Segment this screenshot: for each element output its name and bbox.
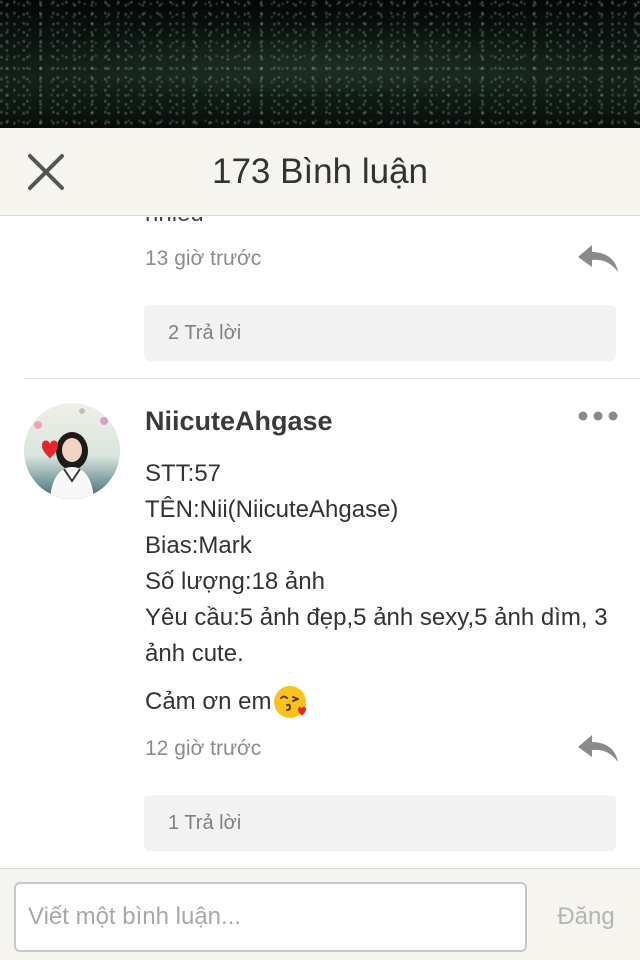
more-options-button[interactable] [576, 405, 620, 427]
comment-divider [24, 378, 640, 379]
comment-input[interactable] [14, 882, 527, 952]
cover-photo [0, 0, 640, 128]
comment-line: Số lượng:18 ảnh [145, 568, 325, 595]
page-title: 173 Bình luận [211, 152, 428, 191]
reply-arrow-icon [578, 245, 618, 272]
comment-composer: Đăng [0, 868, 640, 960]
previous-comment-reply-button[interactable] [576, 243, 620, 275]
comment-thanks-text: Cảm ơn em [145, 688, 272, 715]
comment-reply-button[interactable] [576, 733, 620, 765]
more-dots-icon [578, 411, 618, 421]
comment-line: Yêu cầu:5 ảnh đẹp,5 ảnh sexy,5 ảnh dìm, … [145, 604, 608, 667]
comment-thanks-line: Cảm ơn em [145, 684, 307, 720]
comment-time: 12 giờ trước [145, 737, 262, 760]
comment-line: TÊN:Nii(NiicuteAhgase) [145, 496, 399, 523]
post-button[interactable]: Đăng [540, 882, 632, 952]
comments-header: 173 Bình luận [0, 128, 640, 216]
face-blowing-kiss-icon [273, 685, 307, 719]
comment-line: STT:57 [145, 460, 222, 487]
previous-comment-text: nhiều [145, 217, 204, 229]
previous-comment-time: 13 giờ trước [145, 247, 262, 270]
avatar[interactable] [24, 403, 120, 499]
comment-list[interactable]: nhiều 13 giờ trước 2 Trả lời [0, 217, 640, 868]
comment-line: Bias:Mark [145, 532, 252, 559]
comment-replies-button[interactable]: 1 Trả lời [144, 795, 616, 851]
reply-arrow-icon [578, 735, 618, 762]
comment-username[interactable]: NiicuteAhgase [145, 406, 333, 437]
comment-body: STT:57 TÊN:Nii(NiicuteAhgase) Bias:Mark … [145, 456, 625, 672]
previous-comment-replies-button[interactable]: 2 Trả lời [144, 305, 616, 361]
